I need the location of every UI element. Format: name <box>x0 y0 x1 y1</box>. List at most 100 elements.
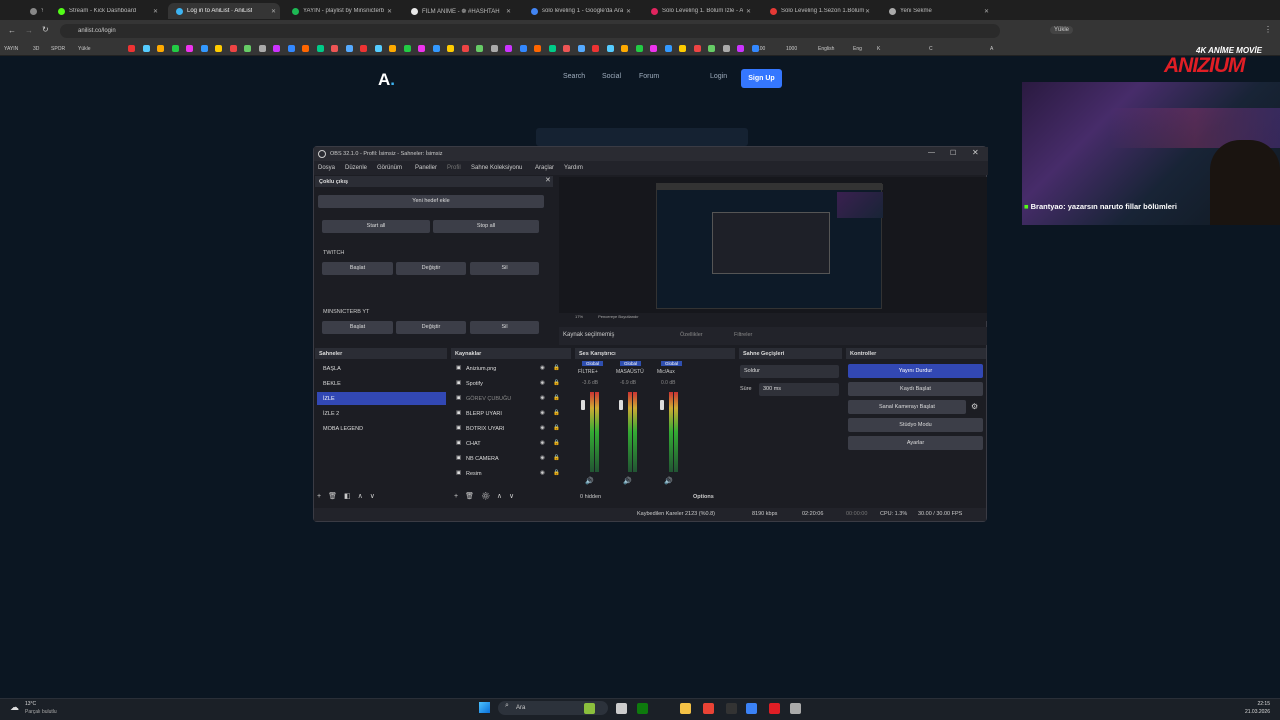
mixer-options-button[interactable]: Options <box>693 494 714 500</box>
menu-item[interactable]: Görünüm <box>377 165 402 171</box>
browser-tab[interactable]: YAYIN - playlist by Minsnicterb ✕ <box>284 3 396 19</box>
visibility-icon[interactable]: ◉ <box>540 440 545 446</box>
target-edit-button[interactable]: Değiştir <box>396 262 466 275</box>
bookmark-item[interactable]: YAYIN <box>4 44 18 54</box>
minimize-icon[interactable]: — <box>928 149 935 156</box>
bookmark-favicon-icon[interactable] <box>476 45 483 52</box>
browser-tab[interactable]: YAYIN <box>22 3 46 19</box>
add-target-button[interactable]: Yeni hedef ekle <box>318 195 544 208</box>
bookmark-item[interactable]: Yükle <box>78 44 91 54</box>
bookmark-favicon-icon[interactable] <box>708 45 715 52</box>
taskbar-app-icon[interactable] <box>680 703 691 714</box>
tab-close-icon[interactable]: ✕ <box>387 8 392 15</box>
nav-social[interactable]: Social <box>602 73 621 80</box>
bookmark-item[interactable]: English <box>818 44 834 54</box>
nav-search[interactable]: Search <box>563 73 585 80</box>
bookmark-favicon-icon[interactable] <box>505 45 512 52</box>
multi-close-icon[interactable]: ✕ <box>545 176 551 184</box>
bookmark-favicon-icon[interactable] <box>186 45 193 52</box>
start-record-button[interactable]: Kaydı Başlat <box>848 382 983 396</box>
bookmark-favicon-icon[interactable] <box>157 45 164 52</box>
scene-item[interactable]: BAŞLA <box>317 362 446 375</box>
bookmark-favicon-icon[interactable] <box>403 45 411 52</box>
tab-close-icon[interactable]: ✕ <box>626 8 631 15</box>
maximize-icon[interactable]: ☐ <box>950 149 956 157</box>
source-item[interactable]: Resim <box>466 471 482 477</box>
vcam-button[interactable]: Sanal Kamerayı Başlat <box>848 400 966 414</box>
bookmark-favicon-icon[interactable] <box>563 45 570 52</box>
transition-select[interactable]: Soldur <box>740 365 839 378</box>
weather-desc[interactable]: Parçalı bulutlu <box>25 709 57 715</box>
lock-icon[interactable]: 🔒 <box>553 410 560 416</box>
browser-tab[interactable]: FİLM ANİME - ❁ #HASHTAH ✕ <box>403 3 515 19</box>
bookmark-favicon-icon[interactable] <box>737 45 744 52</box>
taskbar-app-icon[interactable] <box>703 703 714 714</box>
bookmark-favicon-icon[interactable] <box>490 45 498 52</box>
bookmark-favicon-icon[interactable] <box>273 45 280 52</box>
bookmark-favicon-icon[interactable] <box>722 45 730 52</box>
taskbar-app-icon[interactable] <box>790 703 801 714</box>
browser-tab[interactable]: Yeni Sekme ✕ <box>881 3 993 19</box>
bookmark-favicon-icon[interactable] <box>389 45 396 52</box>
bookmark-favicon-icon[interactable] <box>577 45 585 52</box>
lock-icon[interactable]: 🔒 <box>553 365 560 371</box>
menu-item[interactable]: Paneller <box>415 165 437 171</box>
browser-tab[interactable]: Log in to AniList · AniList ✕ <box>168 3 280 19</box>
bookmark-favicon-icon[interactable] <box>128 45 135 52</box>
browser-tab[interactable]: Stream - Kick Dashboard ✕ <box>50 3 162 19</box>
scene-item[interactable]: İZLE 2 <box>317 407 446 420</box>
zoom-value[interactable]: 17% <box>575 314 583 319</box>
channel-name[interactable]: MASAÜSTÜ <box>616 369 644 375</box>
lock-icon[interactable]: 🔒 <box>553 440 560 446</box>
preview-canvas[interactable] <box>656 183 883 309</box>
menu-item[interactable]: Profil <box>447 165 461 171</box>
bookmark-item[interactable]: K <box>877 44 880 54</box>
visibility-icon[interactable]: ◉ <box>540 395 545 401</box>
bookmark-favicon-icon[interactable] <box>751 45 759 52</box>
tab-close-icon[interactable]: ✕ <box>506 8 511 15</box>
bookmark-item[interactable]: 3D <box>33 44 39 54</box>
bookmark-favicon-icon[interactable] <box>664 45 672 52</box>
volume-slider[interactable] <box>581 400 585 410</box>
taskbar-app-icon[interactable] <box>746 703 757 714</box>
clock-date[interactable]: 21.03.2026 <box>1238 709 1270 715</box>
source-item[interactable]: Anizium.png <box>466 366 496 372</box>
lock-icon[interactable]: 🔒 <box>553 470 560 476</box>
bookmark-favicon-icon[interactable] <box>621 45 628 52</box>
signup-button[interactable]: Sign Up <box>741 69 782 88</box>
menu-item[interactable]: Araçlar <box>535 165 554 171</box>
reload-icon[interactable]: ↻ <box>42 25 49 34</box>
taskbar-app-icon[interactable] <box>584 703 595 714</box>
bookmark-favicon-icon[interactable] <box>432 45 440 52</box>
visibility-icon[interactable]: ◉ <box>540 365 545 371</box>
scene-item[interactable]: MOBA LEGEND <box>317 422 446 435</box>
lock-icon[interactable]: 🔒 <box>553 395 560 401</box>
vcam-settings-icon[interactable]: ⚙ <box>971 402 978 411</box>
login-link[interactable]: Login <box>710 73 727 80</box>
bookmark-item[interactable]: C <box>929 44 933 54</box>
speaker-icon[interactable]: 🔊 <box>585 477 594 485</box>
filters-button[interactable]: Filtreler <box>734 332 752 338</box>
bookmark-favicon-icon[interactable] <box>519 45 527 52</box>
target-start-button[interactable]: Başlat <box>322 262 393 275</box>
visibility-icon[interactable]: ◉ <box>540 425 545 431</box>
menu-item[interactable]: Düzenle <box>345 165 367 171</box>
bookmark-favicon-icon[interactable] <box>200 45 208 52</box>
bookmark-favicon-icon[interactable] <box>345 45 353 52</box>
back-icon[interactable]: ← <box>8 26 16 35</box>
settings-button[interactable]: Ayarlar <box>848 436 983 450</box>
bookmark-favicon-icon[interactable] <box>635 45 643 52</box>
tab-close-icon[interactable]: ✕ <box>984 8 989 15</box>
bookmark-favicon-icon[interactable] <box>679 45 686 52</box>
forward-icon[interactable]: → <box>25 26 33 35</box>
volume-slider[interactable] <box>619 400 623 410</box>
menu-item[interactable]: Sahne Koleksiyonu <box>471 165 522 171</box>
bookmark-favicon-icon[interactable] <box>229 45 237 52</box>
bookmark-favicon-icon[interactable] <box>650 45 657 52</box>
bookmark-favicon-icon[interactable] <box>447 45 454 52</box>
target-edit-button[interactable]: Değiştir <box>396 321 466 334</box>
lock-icon[interactable]: 🔒 <box>553 455 560 461</box>
nav-forum[interactable]: Forum <box>639 73 659 80</box>
bookmark-favicon-icon[interactable] <box>302 45 309 52</box>
target-delete-button[interactable]: Sil <box>470 262 539 275</box>
